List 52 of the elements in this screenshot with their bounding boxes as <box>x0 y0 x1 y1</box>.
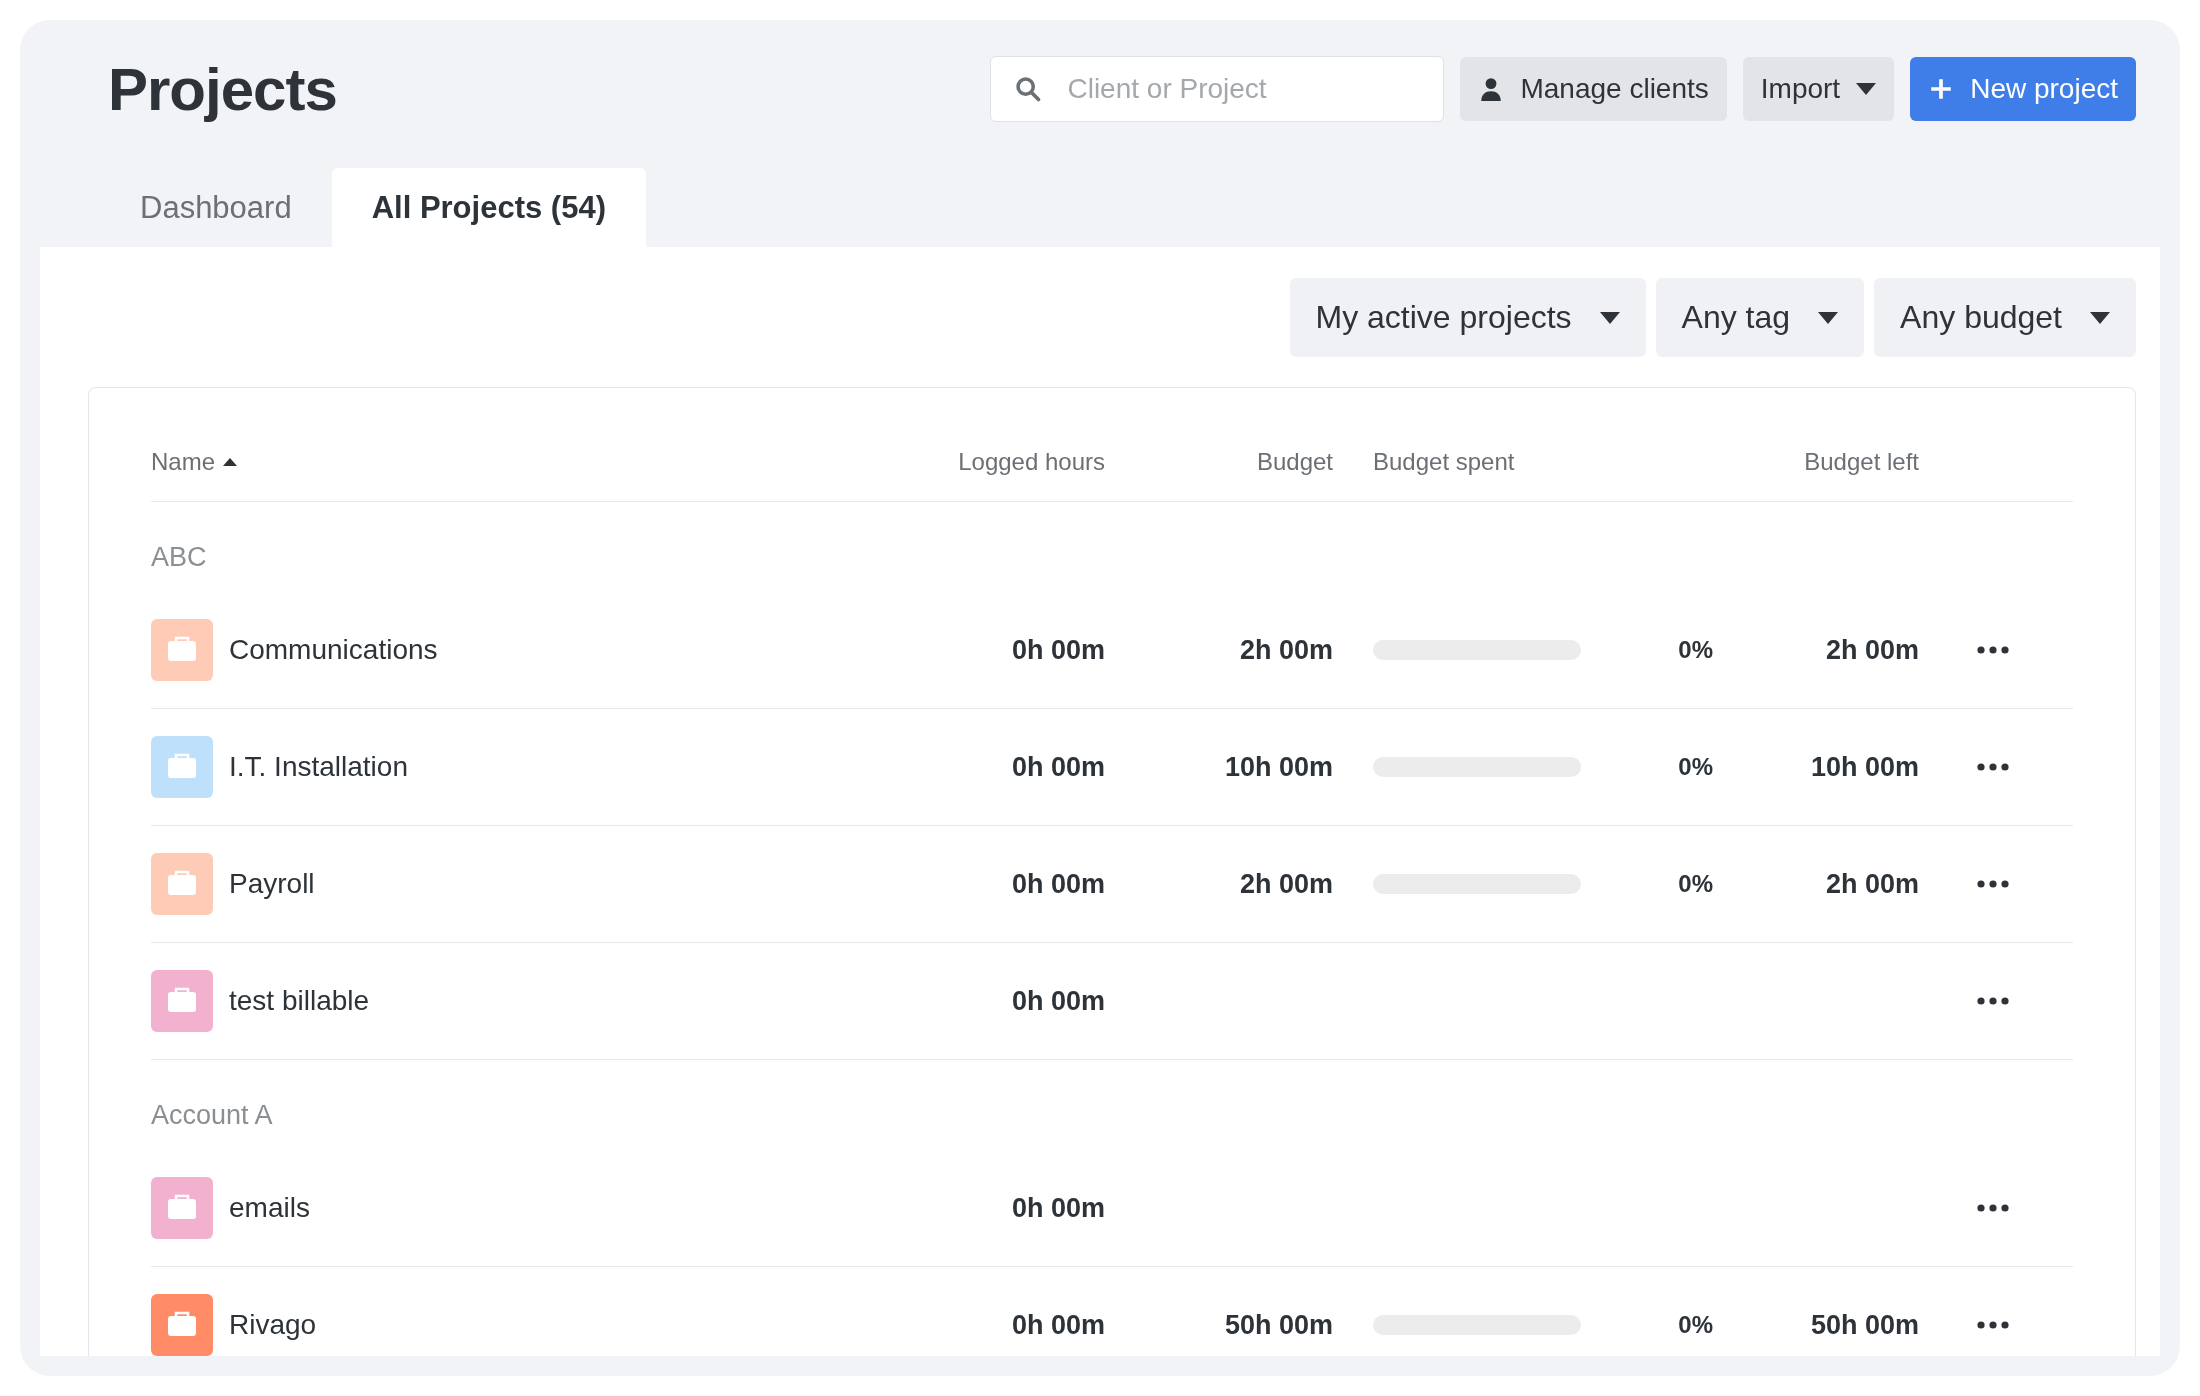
tab[interactable]: Dashboard <box>100 168 332 247</box>
budget-left: 10h 00m <box>1810 751 1919 783</box>
project-name[interactable]: Communications <box>229 634 438 666</box>
project-name[interactable]: Rivago <box>229 1309 317 1341</box>
budget-value: 2h 00m <box>1239 868 1333 900</box>
column-header: Budget <box>1256 447 1333 476</box>
percent-spent: 0% <box>1678 1311 1713 1339</box>
budget-value: 2h 00m <box>1239 634 1333 666</box>
project-name[interactable]: test billable <box>229 985 370 1017</box>
page-title: Projects <box>108 54 337 124</box>
caret-icon <box>1856 83 1877 95</box>
column-header[interactable]: Name <box>151 447 216 476</box>
more-icon[interactable] <box>1977 997 2009 1005</box>
caret-icon <box>2090 311 2110 324</box>
search-field[interactable]: Client or Project <box>990 56 1445 122</box>
column-header: Budget left <box>1804 447 1919 476</box>
filter-dropdown[interactable]: Any tag <box>1655 278 1865 357</box>
more-icon[interactable] <box>1977 1321 2009 1329</box>
percent-spent: 0% <box>1678 753 1713 781</box>
budget-left: 2h 00m <box>1825 868 1919 900</box>
column-header: Budget spent <box>1373 447 1515 476</box>
search-icon <box>1014 75 1043 103</box>
logged-hours: 0h 00m <box>1011 985 1105 1017</box>
logged-hours: 0h 00m <box>1011 1309 1105 1341</box>
logged-hours: 0h 00m <box>1011 634 1105 666</box>
group-label: ABC <box>151 541 207 573</box>
more-icon[interactable] <box>1977 763 2009 771</box>
more-icon[interactable] <box>1977 880 2009 888</box>
group-label: Account A <box>151 1099 273 1131</box>
logged-hours: 0h 00m <box>1011 868 1105 900</box>
filter-dropdown[interactable]: Any budget <box>1874 278 2136 357</box>
manage-clients-button[interactable]: Manage clients <box>1460 57 1727 121</box>
project-name[interactable]: I.T. Installation <box>229 751 408 783</box>
budget-left: 2h 00m <box>1825 634 1919 666</box>
project-name[interactable]: Payroll <box>229 868 315 900</box>
logged-hours: 0h 00m <box>1011 1192 1105 1224</box>
new-project-button[interactable]: New project <box>1910 57 2136 121</box>
column-header: Logged hours <box>958 447 1105 476</box>
project-name[interactable]: emails <box>229 1192 310 1224</box>
logged-hours: 0h 00m <box>1011 751 1105 783</box>
tab[interactable]: All Projects (54) <box>331 168 646 247</box>
more-icon[interactable] <box>1977 1204 2009 1212</box>
import-dropdown[interactable]: Import <box>1742 57 1895 121</box>
budget-value: 10h 00m <box>1224 751 1333 783</box>
percent-spent: 0% <box>1678 870 1713 898</box>
caret-icon <box>1599 311 1620 324</box>
percent-spent: 0% <box>1678 636 1713 664</box>
caret-icon <box>1818 311 1839 324</box>
filter-dropdown[interactable]: My active projects <box>1289 278 1646 357</box>
budget-left: 50h 00m <box>1810 1309 1919 1341</box>
budget-value: 50h 00m <box>1224 1309 1333 1341</box>
more-icon[interactable] <box>1977 646 2009 654</box>
